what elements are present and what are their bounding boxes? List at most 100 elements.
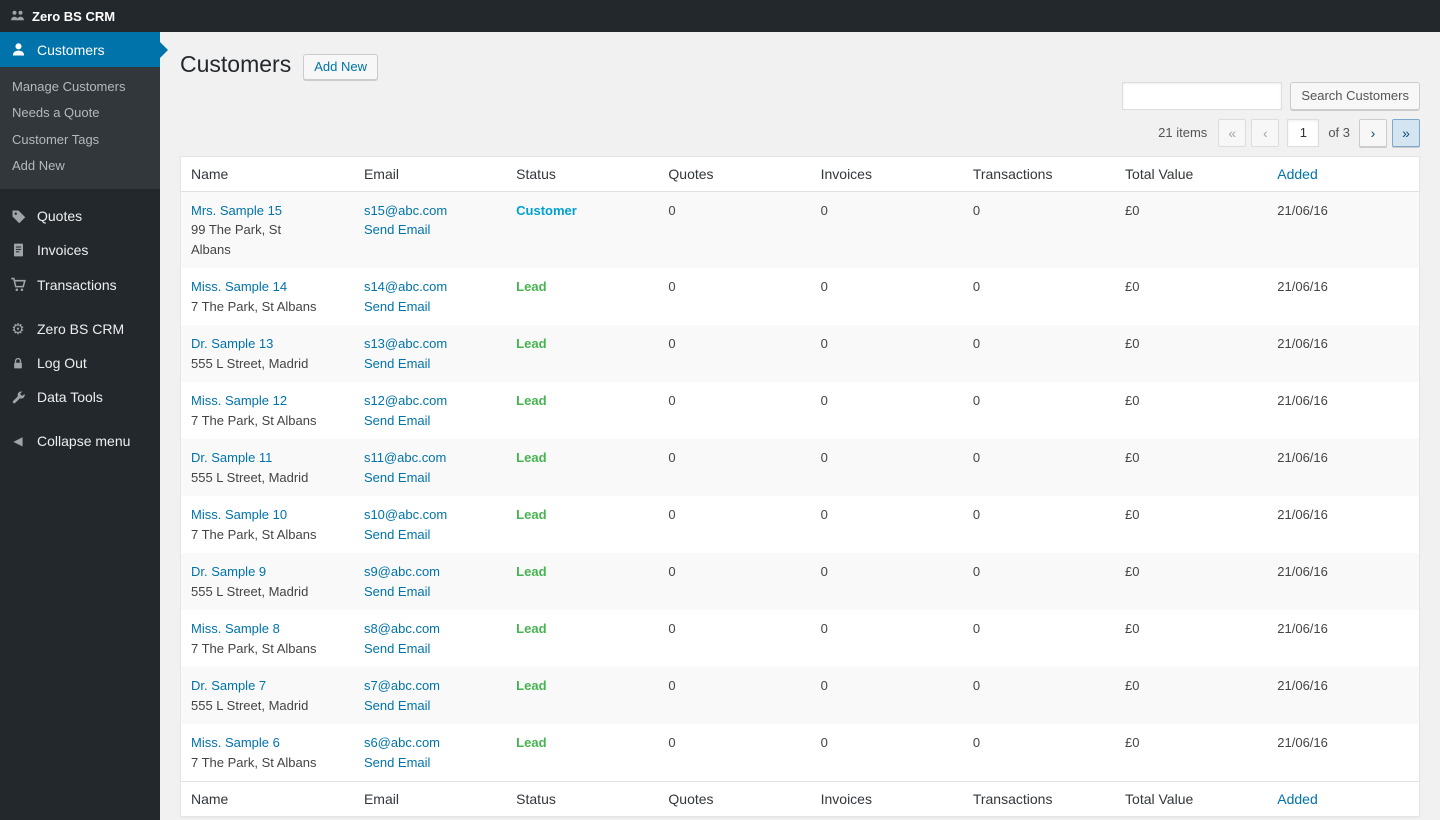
status-badge: Lead: [516, 678, 546, 693]
column-header-name[interactable]: Name: [181, 156, 354, 191]
customer-name-link[interactable]: Mrs. Sample 15: [191, 203, 282, 218]
column-header-status[interactable]: Status: [506, 782, 658, 817]
name-cell: Miss. Sample 8 7 The Park, St Albans: [181, 610, 354, 667]
customer-row: Miss. Sample 6 7 The Park, St Albans s6@…: [181, 724, 1420, 782]
search-customers-button[interactable]: Search Customers: [1290, 82, 1420, 110]
invoices-cell: 0: [811, 667, 963, 724]
gear-icon: ⚙: [8, 322, 28, 337]
customer-name-link[interactable]: Miss. Sample 6: [191, 735, 280, 750]
sidebar-item-invoices[interactable]: Invoices: [0, 233, 160, 267]
send-email-link[interactable]: Send Email: [364, 222, 430, 237]
sidebar-item-log-out[interactable]: Log Out: [0, 346, 160, 380]
last-page-button[interactable]: »: [1392, 119, 1420, 147]
sidebar-subitem-add-new[interactable]: Add New: [0, 153, 160, 179]
send-email-link[interactable]: Send Email: [364, 755, 430, 770]
customer-email-link[interactable]: s8@abc.com: [364, 621, 440, 636]
transactions-cell: 0: [963, 191, 1115, 268]
zbs-logo-icon: [10, 9, 25, 24]
sidebar-subitem-customer-tags[interactable]: Customer Tags: [0, 127, 160, 153]
column-header-added[interactable]: Added: [1267, 156, 1419, 191]
sidebar-item-collapse-menu[interactable]: ◀ Collapse menu: [0, 424, 160, 458]
customer-name-link[interactable]: Miss. Sample 14: [191, 279, 287, 294]
sidebar-item-transactions[interactable]: Transactions: [0, 267, 160, 302]
column-header-total-value[interactable]: Total Value: [1115, 156, 1267, 191]
column-header-quotes[interactable]: Quotes: [658, 156, 810, 191]
search-toolbar: Search Customers: [180, 82, 1420, 110]
status-badge: Customer: [516, 203, 577, 218]
total-value-cell: £0: [1115, 191, 1267, 268]
sidebar-item-data-tools[interactable]: Data Tools: [0, 380, 160, 414]
status-badge: Lead: [516, 336, 546, 351]
customer-email-link[interactable]: s6@abc.com: [364, 735, 440, 750]
transactions-cell: 0: [963, 439, 1115, 496]
search-input[interactable]: [1122, 82, 1282, 110]
customer-email-link[interactable]: s15@abc.com: [364, 203, 447, 218]
added-cell: 21/06/16: [1267, 667, 1419, 724]
sidebar-item-log-out-label: Log Out: [37, 355, 87, 371]
column-header-name[interactable]: Name: [181, 782, 354, 817]
send-email-link[interactable]: Send Email: [364, 527, 430, 542]
send-email-link[interactable]: Send Email: [364, 413, 430, 428]
column-header-email[interactable]: Email: [354, 782, 506, 817]
menu-separator: [0, 302, 160, 312]
admin-bar-brand[interactable]: Zero BS CRM: [10, 9, 115, 24]
customer-name-link[interactable]: Miss. Sample 12: [191, 393, 287, 408]
send-email-link[interactable]: Send Email: [364, 698, 430, 713]
send-email-link[interactable]: Send Email: [364, 470, 430, 485]
added-cell: 21/06/16: [1267, 325, 1419, 382]
sidebar-subitem-manage-customers[interactable]: Manage Customers: [0, 74, 160, 100]
customer-address: 555 L Street, Madrid: [191, 696, 323, 716]
customer-email-link[interactable]: s14@abc.com: [364, 279, 447, 294]
sidebar-item-customers[interactable]: Customers: [0, 32, 160, 67]
transactions-cell: 0: [963, 325, 1115, 382]
total-value-cell: £0: [1115, 553, 1267, 610]
column-header-invoices[interactable]: Invoices: [811, 156, 963, 191]
customer-email-link[interactable]: s10@abc.com: [364, 507, 447, 522]
page-title: Customers: [180, 50, 291, 80]
send-email-link[interactable]: Send Email: [364, 356, 430, 371]
current-page-input[interactable]: [1287, 119, 1319, 147]
column-header-total-value[interactable]: Total Value: [1115, 782, 1267, 817]
email-cell: s12@abc.com Send Email: [354, 382, 506, 439]
column-header-status[interactable]: Status: [506, 156, 658, 191]
status-cell: Lead: [506, 667, 658, 724]
wrench-icon: [8, 390, 28, 405]
status-badge: Lead: [516, 735, 546, 750]
column-header-invoices[interactable]: Invoices: [811, 782, 963, 817]
sidebar-item-zero-bs-crm[interactable]: ⚙ Zero BS CRM: [0, 312, 160, 346]
column-header-transactions[interactable]: Transactions: [963, 782, 1115, 817]
customer-name-link[interactable]: Dr. Sample 13: [191, 336, 273, 351]
customer-name-link[interactable]: Dr. Sample 9: [191, 564, 266, 579]
column-header-transactions[interactable]: Transactions: [963, 156, 1115, 191]
customer-email-link[interactable]: s12@abc.com: [364, 393, 447, 408]
customer-row: Dr. Sample 7 555 L Street, Madrid s7@abc…: [181, 667, 1420, 724]
total-value-cell: £0: [1115, 724, 1267, 782]
status-badge: Lead: [516, 393, 546, 408]
status-badge: Lead: [516, 450, 546, 465]
quotes-cell: 0: [658, 382, 810, 439]
customer-name-link[interactable]: Miss. Sample 8: [191, 621, 280, 636]
sidebar-subitem-needs-a-quote[interactable]: Needs a Quote: [0, 100, 160, 126]
sidebar-item-transactions-label: Transactions: [37, 277, 117, 293]
send-email-link[interactable]: Send Email: [364, 584, 430, 599]
customer-email-link[interactable]: s9@abc.com: [364, 564, 440, 579]
add-new-button[interactable]: Add New: [303, 54, 378, 80]
status-badge: Lead: [516, 279, 546, 294]
send-email-link[interactable]: Send Email: [364, 641, 430, 656]
customer-name-link[interactable]: Dr. Sample 7: [191, 678, 266, 693]
status-cell: Lead: [506, 496, 658, 553]
customer-email-link[interactable]: s11@abc.com: [364, 450, 446, 465]
customer-address: 7 The Park, St Albans: [191, 525, 323, 545]
customer-name-link[interactable]: Miss. Sample 10: [191, 507, 287, 522]
customer-email-link[interactable]: s13@abc.com: [364, 336, 447, 351]
column-header-quotes[interactable]: Quotes: [658, 782, 810, 817]
column-header-email[interactable]: Email: [354, 156, 506, 191]
customer-name-link[interactable]: Dr. Sample 11: [191, 450, 272, 465]
column-header-added[interactable]: Added: [1267, 782, 1419, 817]
send-email-link[interactable]: Send Email: [364, 299, 430, 314]
sidebar-item-quotes[interactable]: Quotes: [0, 199, 160, 233]
next-page-button[interactable]: ›: [1359, 119, 1387, 147]
first-page-button: «: [1218, 119, 1246, 147]
customer-email-link[interactable]: s7@abc.com: [364, 678, 440, 693]
name-cell: Miss. Sample 10 7 The Park, St Albans: [181, 496, 354, 553]
